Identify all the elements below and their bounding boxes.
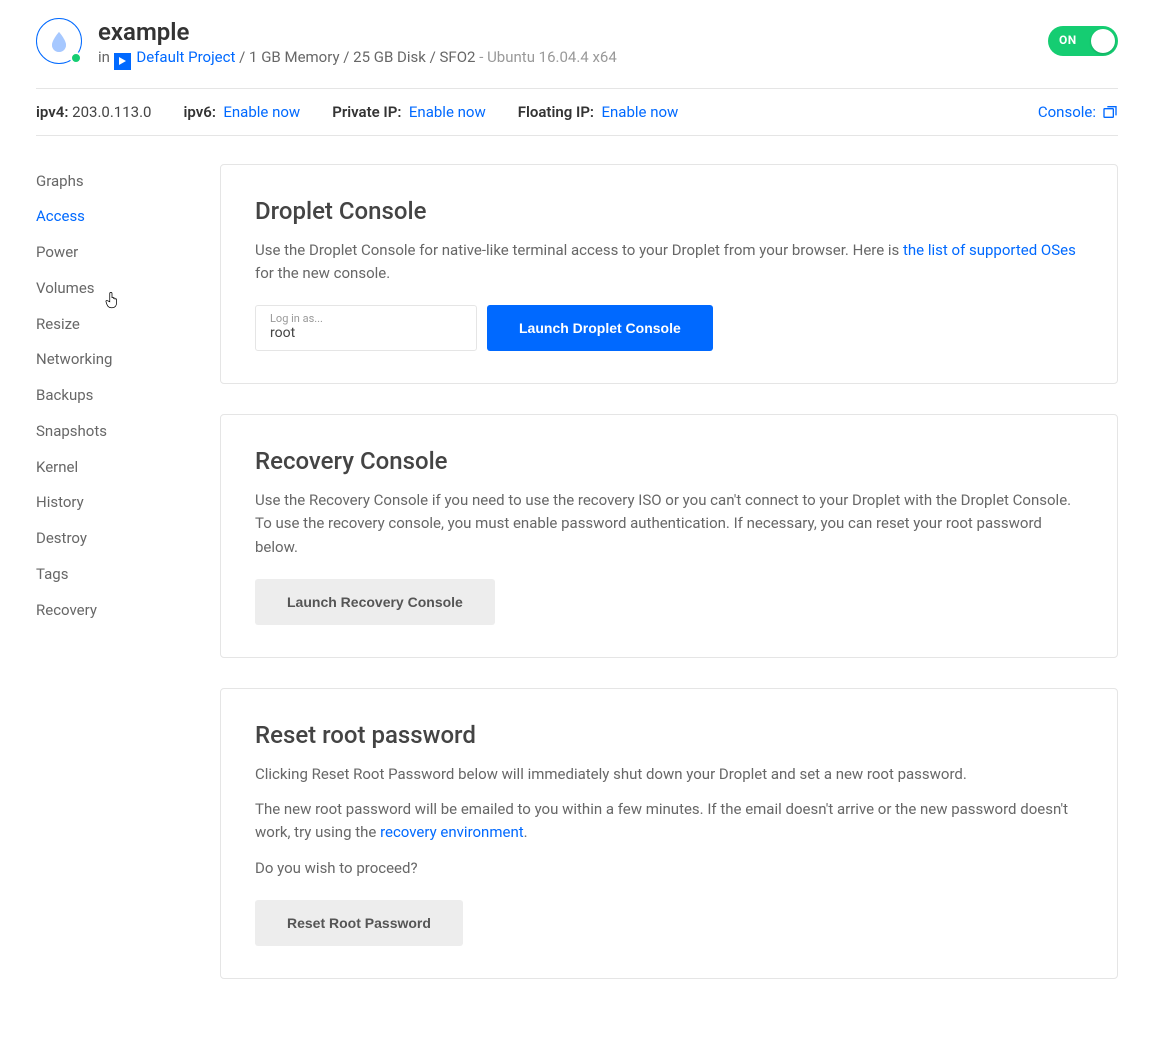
floating-ip-enable-link[interactable]: Enable now — [601, 103, 678, 121]
toggle-knob — [1091, 29, 1115, 53]
console-link[interactable]: Console: — [1038, 103, 1118, 121]
sidebar-item-recovery[interactable]: Recovery — [36, 593, 170, 629]
droplet-name: example — [98, 18, 617, 46]
droplet-console-desc: Use the Droplet Console for native-like … — [255, 239, 1083, 286]
droplet-console-title: Droplet Console — [255, 197, 1083, 225]
sidebar-item-power[interactable]: Power — [36, 235, 170, 271]
sidebar-item-history[interactable]: History — [36, 485, 170, 521]
sidebar-item-volumes[interactable]: Volumes — [36, 271, 170, 307]
reset-root-p1: Clicking Reset Root Password below will … — [255, 763, 1083, 786]
launch-recovery-console-button[interactable]: Launch Recovery Console — [255, 579, 495, 625]
reset-root-title: Reset root password — [255, 721, 1083, 749]
droplet-icon — [36, 18, 82, 64]
sidebar-item-access[interactable]: Access — [36, 199, 170, 235]
sidebar-nav: Graphs Access Power Volumes Resize Netwo… — [36, 164, 170, 1009]
sidebar-item-resize[interactable]: Resize — [36, 307, 170, 343]
private-ip-enable-link[interactable]: Enable now — [409, 103, 486, 121]
recovery-console-title: Recovery Console — [255, 447, 1083, 475]
recovery-console-desc: Use the Recovery Console if you need to … — [255, 489, 1083, 559]
recovery-console-card: Recovery Console Use the Recovery Consol… — [220, 414, 1118, 658]
toggle-label: ON — [1059, 33, 1077, 47]
reset-root-p2: The new root password will be emailed to… — [255, 798, 1083, 845]
reset-root-password-button[interactable]: Reset Root Password — [255, 900, 463, 946]
sidebar-item-networking[interactable]: Networking — [36, 342, 170, 378]
private-ip-item: Private IP: Enable now — [332, 103, 486, 121]
login-as-label: Log in as... — [270, 312, 462, 325]
ipv4-item: ipv4: 203.0.113.0 — [36, 103, 151, 121]
supported-oses-link[interactable]: the list of supported OSes — [903, 241, 1076, 259]
status-dot-icon — [70, 52, 82, 64]
sidebar-item-kernel[interactable]: Kernel — [36, 450, 170, 486]
power-toggle[interactable]: ON — [1048, 26, 1118, 56]
console-icon — [1102, 104, 1118, 120]
launch-droplet-console-button[interactable]: Launch Droplet Console — [487, 305, 713, 351]
project-link[interactable]: Default Project — [136, 48, 235, 66]
sidebar-item-graphs[interactable]: Graphs — [36, 164, 170, 200]
ipv6-enable-link[interactable]: Enable now — [223, 103, 300, 121]
login-as-select[interactable]: Log in as... root — [255, 305, 477, 351]
ipv6-item: ipv6: Enable now — [183, 103, 300, 121]
floating-ip-item: Floating IP: Enable now — [518, 103, 679, 121]
sidebar-item-tags[interactable]: Tags — [36, 557, 170, 593]
droplet-console-card: Droplet Console Use the Droplet Console … — [220, 164, 1118, 385]
sidebar-item-destroy[interactable]: Destroy — [36, 521, 170, 557]
droplet-meta: in Default Project / 1 GB Memory / 25 GB… — [98, 48, 617, 70]
recovery-environment-link[interactable]: recovery environment — [380, 823, 524, 841]
reset-root-p3: Do you wish to proceed? — [255, 857, 1083, 880]
sidebar-item-snapshots[interactable]: Snapshots — [36, 414, 170, 450]
reset-root-card: Reset root password Clicking Reset Root … — [220, 688, 1118, 979]
project-icon — [114, 53, 131, 70]
login-as-value: root — [270, 325, 462, 341]
page-header: example in Default Project / 1 GB Memory… — [36, 0, 1118, 88]
sidebar-item-backups[interactable]: Backups — [36, 378, 170, 414]
ip-bar: ipv4: 203.0.113.0 ipv6: Enable now Priva… — [36, 88, 1118, 136]
